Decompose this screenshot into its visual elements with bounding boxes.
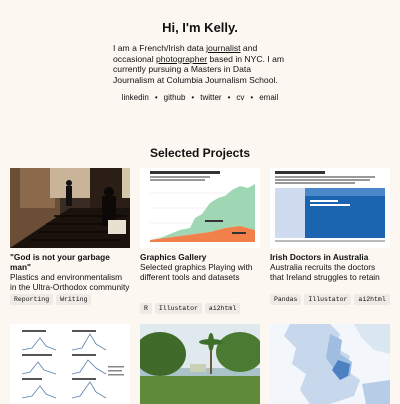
separator: • [154, 93, 158, 102]
cv-link[interactable]: cv [236, 93, 244, 102]
twitter-link[interactable]: twitter [200, 93, 221, 102]
project-thumbnail-map[interactable] [270, 324, 390, 404]
tag-ai2html[interactable]: ai2html [204, 303, 241, 314]
email-link[interactable]: email [259, 93, 278, 102]
section-title: Selected Projects [149, 146, 251, 160]
tag-illustrator[interactable]: Illustator [154, 303, 202, 314]
tag-reporting[interactable]: Reporting [10, 294, 54, 305]
separator: • [191, 93, 195, 102]
social-links: linkedin • github • twitter • cv • email [0, 93, 400, 102]
project-card-graphics[interactable]: Graphics Gallery Selected graphics Playi… [140, 168, 260, 282]
project-thumbnail-palm-photo[interactable] [140, 324, 260, 404]
project-tags: R Illustator ai2html [140, 303, 243, 314]
separator: • [227, 93, 231, 102]
tag-writing[interactable]: Writing [56, 294, 92, 305]
project-thumbnail-area-chart[interactable] [140, 168, 260, 248]
photographer-link[interactable]: photographer [156, 54, 207, 64]
project-card-garbage[interactable]: "God is not your garbage man" Plastics a… [10, 168, 130, 292]
project-tags: Reporting Writing [10, 294, 94, 305]
separator: • [250, 93, 254, 102]
project-card-irish-doctors[interactable]: Irish Doctors in Australia Australia rec… [270, 168, 390, 282]
project-tags: Pandas Illustator ai2html [270, 294, 393, 305]
linkedin-link[interactable]: linkedin [122, 93, 149, 102]
project-description: Selected graphics Playing with different… [140, 262, 253, 282]
project-description: Plastics and environmentalism in the Ult… [10, 272, 130, 292]
page-title: Hi, I'm Kelly. [162, 20, 238, 35]
tag-illustrator[interactable]: Illustator [304, 294, 352, 305]
github-link[interactable]: github [164, 93, 186, 102]
project-description: Australia recruits the doctors that Irel… [270, 262, 380, 282]
tag-ai2html[interactable]: ai2html [354, 294, 390, 305]
project-thumbnail-small-multiples[interactable] [10, 324, 130, 404]
project-title: "God is not your garbage man" [10, 252, 110, 272]
tag-pandas[interactable]: Pandas [270, 294, 302, 305]
bio-paragraph: I am a French/Irish data journalist and … [113, 43, 293, 85]
project-title: Irish Doctors in Australia [270, 252, 369, 262]
project-thumbnail-bar-chart[interactable] [270, 168, 390, 248]
project-thumbnail-street-photo[interactable] [10, 168, 130, 248]
tag-r[interactable]: R [140, 303, 152, 314]
project-title: Graphics Gallery [140, 252, 207, 262]
bio-text-1: I am a French/Irish data [113, 43, 207, 53]
journalist-link[interactable]: journalist [206, 43, 240, 53]
